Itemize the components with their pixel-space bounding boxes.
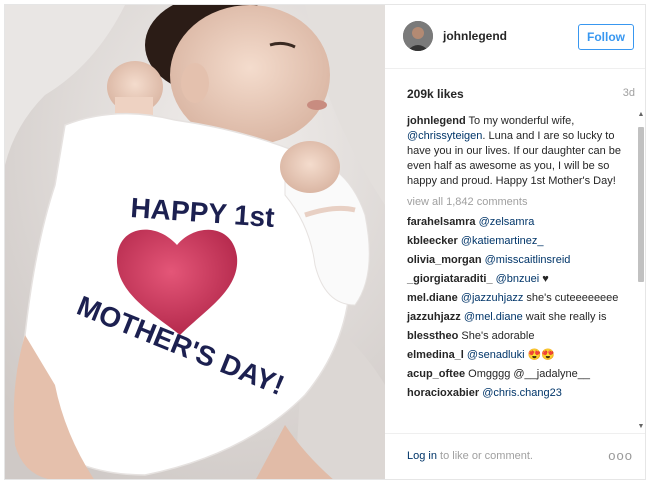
username-link[interactable]: johnlegend <box>443 29 507 43</box>
comment-user[interactable]: mel.diane <box>407 292 458 304</box>
comment-mention[interactable]: @bnzuei <box>496 273 540 285</box>
comment-item: _giorgiataraditi_ @bnzuei ♥ <box>407 272 629 287</box>
post-timestamp[interactable]: 3d <box>623 87 635 99</box>
comment-item: horacioxabier @chris.chang23 <box>407 386 629 401</box>
avatar[interactable] <box>403 21 433 51</box>
post-meta: 209k likes 3d <box>407 87 635 103</box>
comment-item: mel.diane @jazzuhjazz she's cuteeeeeeee <box>407 291 629 306</box>
comment-text: She's adorable <box>461 330 535 342</box>
login-prompt: Log in to like or comment. <box>407 450 533 462</box>
comment-text: wait she really is <box>525 311 607 323</box>
post-header: johnlegend Follow <box>385 5 645 69</box>
comment-text: she's cuteeeeeeee <box>526 292 619 304</box>
avatar-image-icon <box>403 21 433 51</box>
comment-user[interactable]: _giorgiataraditi_ <box>407 273 493 285</box>
post-frame: HAPPY 1st MOTHER'S DAY! johnlegend Follo… <box>4 4 646 480</box>
comment-item: blesstheo She's adorable <box>407 329 629 344</box>
comment-mention[interactable]: @katiemartinez_ <box>461 235 544 247</box>
comment-user[interactable]: farahelsamra <box>407 216 476 228</box>
comment-item: olivia_morgan @misscaitlinsreid <box>407 253 629 268</box>
login-prompt-text: to like or comment. <box>436 450 533 462</box>
comments-scrollbar[interactable]: ▲ ▼ <box>637 111 645 431</box>
post-photo[interactable]: HAPPY 1st MOTHER'S DAY! <box>5 5 385 479</box>
comment-mention[interactable]: @chris.chang23 <box>482 387 562 399</box>
scroll-up-arrow-icon[interactable]: ▲ <box>637 111 645 119</box>
follow-button[interactable]: Follow <box>578 24 634 50</box>
comment-text: 😍😍 <box>527 349 556 361</box>
comment-user[interactable]: elmedina_l <box>407 349 464 361</box>
more-options-icon[interactable]: ooo <box>608 448 633 463</box>
comment-mention[interactable]: @jazzuhjazz <box>461 292 524 304</box>
comment-user[interactable]: horacioxabier <box>407 387 479 399</box>
scroll-down-arrow-icon[interactable]: ▼ <box>637 423 645 431</box>
comment-user[interactable]: jazzuhjazz <box>407 311 461 323</box>
comment-user[interactable]: blesstheo <box>407 330 458 342</box>
comment-item: kbleecker @katiemartinez_ <box>407 234 629 249</box>
scrollbar-thumb[interactable] <box>638 127 644 282</box>
comments-section[interactable]: johnlegend To my wonderful wife, @chriss… <box>385 111 645 431</box>
caption-text-before: To my wonderful wife, <box>468 115 575 127</box>
comment-mention[interactable]: @senadluki <box>467 349 525 361</box>
comment-mention[interactable]: @mel.diane <box>464 311 523 323</box>
comment-mention[interactable]: @zelsamra <box>479 216 535 228</box>
post-footer: Log in to like or comment. ooo <box>385 433 645 479</box>
comment-item: farahelsamra @zelsamra <box>407 215 629 230</box>
comment-user[interactable]: acup_oftee <box>407 368 465 380</box>
comment-user[interactable]: olivia_morgan <box>407 254 482 266</box>
comment-item: elmedina_l @senadluki 😍😍 <box>407 348 629 363</box>
comment-item: jazzuhjazz @mel.diane wait she really is <box>407 310 629 325</box>
comment-user[interactable]: kbleecker <box>407 235 458 247</box>
comments-list: johnlegend To my wonderful wife, @chriss… <box>407 114 629 405</box>
baby-photo-illustration: HAPPY 1st MOTHER'S DAY! <box>5 5 385 479</box>
likes-count[interactable]: 209k likes <box>407 87 464 101</box>
view-all-comments-link[interactable]: view all 1,842 comments <box>407 195 629 210</box>
comment-text: Omgggg @__jadalyne__ <box>468 368 590 380</box>
comment-mention[interactable]: @misscaitlinsreid <box>485 254 571 266</box>
caption-mention[interactable]: @chrissyteigen <box>407 130 482 142</box>
login-link[interactable]: Log in <box>407 450 437 462</box>
comment-item: acup_oftee Omgggg @__jadalyne__ <box>407 367 629 382</box>
caption-user[interactable]: johnlegend <box>407 115 466 127</box>
post-sidebar: johnlegend Follow 209k likes 3d johnlege… <box>385 5 645 479</box>
caption: johnlegend To my wonderful wife, @chriss… <box>407 114 629 189</box>
comment-text: ♥ <box>542 273 549 285</box>
